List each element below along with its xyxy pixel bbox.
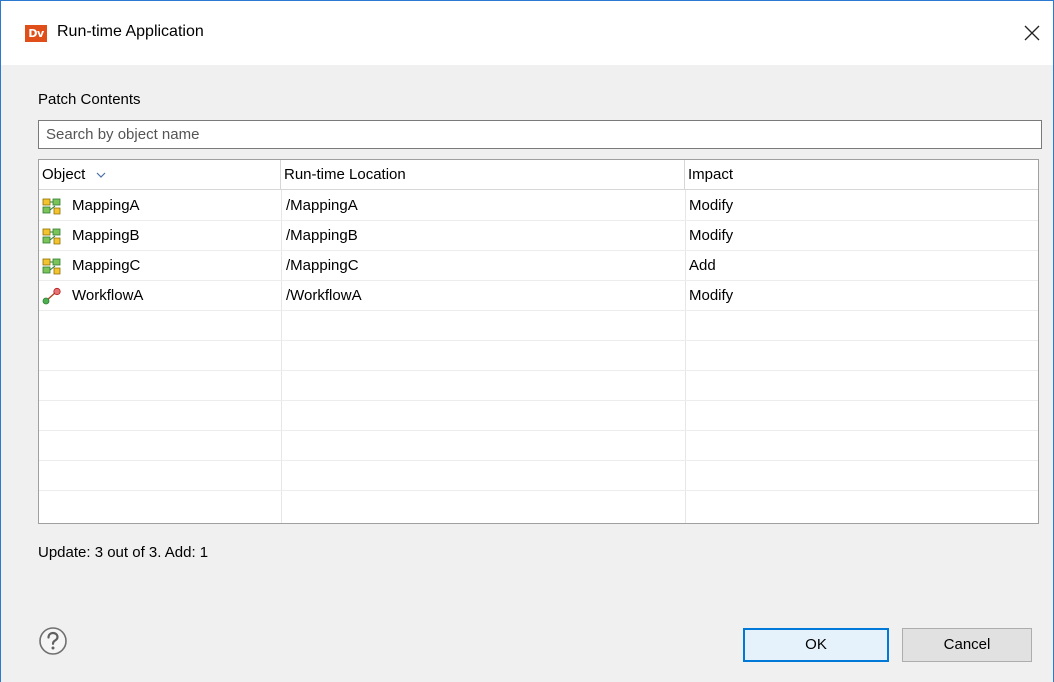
search-input[interactable] <box>38 120 1042 149</box>
help-icon <box>39 627 67 655</box>
row-divider <box>39 370 1038 371</box>
mapping-icon <box>42 258 61 275</box>
help-button[interactable] <box>37 625 69 657</box>
object-name: MappingA <box>72 197 140 214</box>
cancel-button[interactable]: Cancel <box>902 628 1032 662</box>
impact-value: Modify <box>689 227 734 244</box>
dialog-window: Dv Run-time Application Patch Contents O… <box>0 0 1054 682</box>
app-logo-icon: Dv <box>25 25 47 42</box>
table-row[interactable]: MappingA /MappingA Modify <box>39 191 1038 221</box>
sort-descending-icon <box>96 172 105 178</box>
table-row[interactable]: MappingB /MappingB Modify <box>39 221 1038 251</box>
window-title: Run-time Application <box>57 23 204 40</box>
runtime-location: /MappingB <box>286 227 358 244</box>
object-name: MappingB <box>72 227 140 244</box>
workflow-icon <box>42 287 61 305</box>
row-divider <box>39 340 1038 341</box>
ok-button[interactable]: OK <box>743 628 889 662</box>
runtime-location: /MappingA <box>286 197 358 214</box>
mapping-icon <box>42 198 61 215</box>
column-header-label: Object <box>42 166 86 183</box>
table-header: Object Run-time Location Impact <box>39 160 1038 190</box>
column-header-location[interactable]: Run-time Location <box>281 160 685 190</box>
column-header-label: Run-time Location <box>284 166 406 183</box>
object-name: MappingC <box>72 257 141 274</box>
impact-value: Add <box>689 257 716 274</box>
object-name: WorkflowA <box>72 287 144 304</box>
patch-contents-table: Object Run-time Location Impact MappingA… <box>38 159 1039 524</box>
patch-contents-label: Patch Contents <box>38 91 141 108</box>
runtime-location: /MappingC <box>286 257 359 274</box>
title-bar[interactable]: Dv Run-time Application <box>1 1 1053 65</box>
column-header-object[interactable]: Object <box>39 160 281 190</box>
column-header-impact[interactable]: Impact <box>685 160 1038 190</box>
row-divider <box>39 460 1038 461</box>
table-row[interactable]: WorkflowA /WorkflowA Modify <box>39 281 1038 311</box>
column-header-label: Impact <box>688 166 734 183</box>
mapping-icon <box>42 228 61 245</box>
row-divider <box>39 400 1038 401</box>
close-button[interactable] <box>1013 15 1053 51</box>
row-divider <box>39 490 1038 491</box>
table-row[interactable]: MappingC /MappingC Add <box>39 251 1038 281</box>
impact-value: Modify <box>689 287 734 304</box>
runtime-location: /WorkflowA <box>286 287 362 304</box>
close-icon <box>1024 25 1040 41</box>
row-divider <box>39 430 1038 431</box>
impact-value: Modify <box>689 197 734 214</box>
status-summary: Update: 3 out of 3. Add: 1 <box>38 544 209 561</box>
